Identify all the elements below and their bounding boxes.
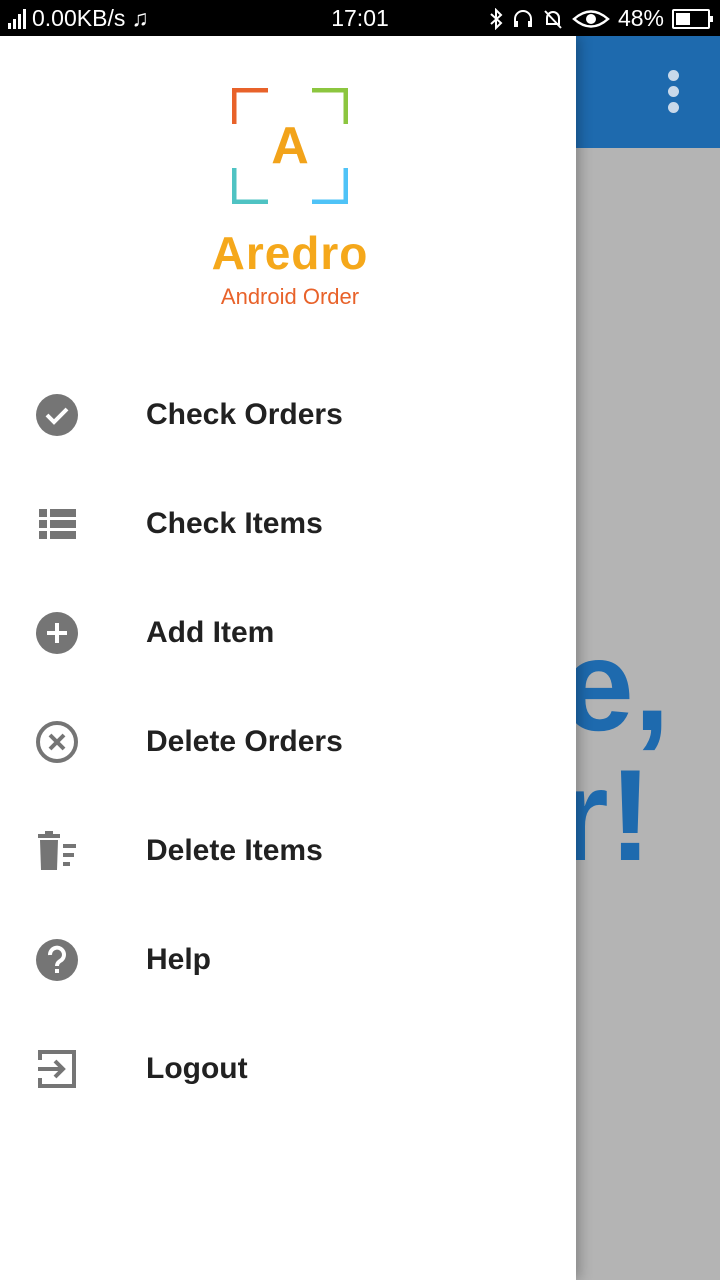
more-vert-icon[interactable] <box>668 70 680 114</box>
menu-item-label: Add Item <box>146 616 275 649</box>
menu-item-label: Delete Items <box>146 834 323 867</box>
status-right: 48% <box>488 5 713 32</box>
navigation-drawer: A Aredro Android Order Check Orders Chec… <box>0 36 576 1280</box>
help-circle-icon <box>36 939 78 981</box>
menu-item-add-item[interactable]: Add Item <box>0 578 576 687</box>
add-circle-icon <box>36 612 78 654</box>
headset-icon <box>513 9 532 27</box>
logo-name: Aredro <box>211 227 369 279</box>
menu-item-logout[interactable]: Logout <box>0 1014 576 1123</box>
menu-item-label: Help <box>146 943 212 976</box>
logo-letter: A <box>271 117 309 175</box>
app-logo: A Aredro Android Order <box>200 88 380 318</box>
menu-item-delete-items[interactable]: Delete Items <box>0 796 576 905</box>
menu-item-delete-orders[interactable]: Delete Orders <box>0 687 576 796</box>
bell-off-icon <box>544 9 562 29</box>
check-circle-icon <box>36 394 78 436</box>
menu-item-check-items[interactable]: Check Items <box>0 469 576 578</box>
bluetooth-icon <box>490 7 503 30</box>
eye-icon <box>572 9 610 28</box>
menu-item-label: Delete Orders <box>146 725 343 758</box>
status-bar: 0.00KB/s ♫ 17:01 48% <box>0 0 720 36</box>
list-icon <box>39 509 76 539</box>
logo-subtitle: Android Order <box>220 284 360 309</box>
menu-item-label: Check Items <box>146 507 323 540</box>
menu-item-help[interactable]: Help <box>0 905 576 1014</box>
drawer-menu: Check Orders Check Items Add Item Delete… <box>0 360 576 1123</box>
screen: 0.00KB/s ♫ 17:01 48% e, r! A Aredro Andr… <box>0 0 720 1280</box>
battery-icon <box>672 8 713 29</box>
delete-sweep-icon <box>38 831 76 870</box>
battery-percent: 48% <box>617 5 664 31</box>
menu-item-label: Check Orders <box>146 398 343 431</box>
menu-item-label: Logout <box>146 1052 248 1085</box>
cancel-circle-icon <box>36 721 78 763</box>
menu-item-check-orders[interactable]: Check Orders <box>0 360 576 469</box>
exit-icon <box>38 1050 76 1088</box>
